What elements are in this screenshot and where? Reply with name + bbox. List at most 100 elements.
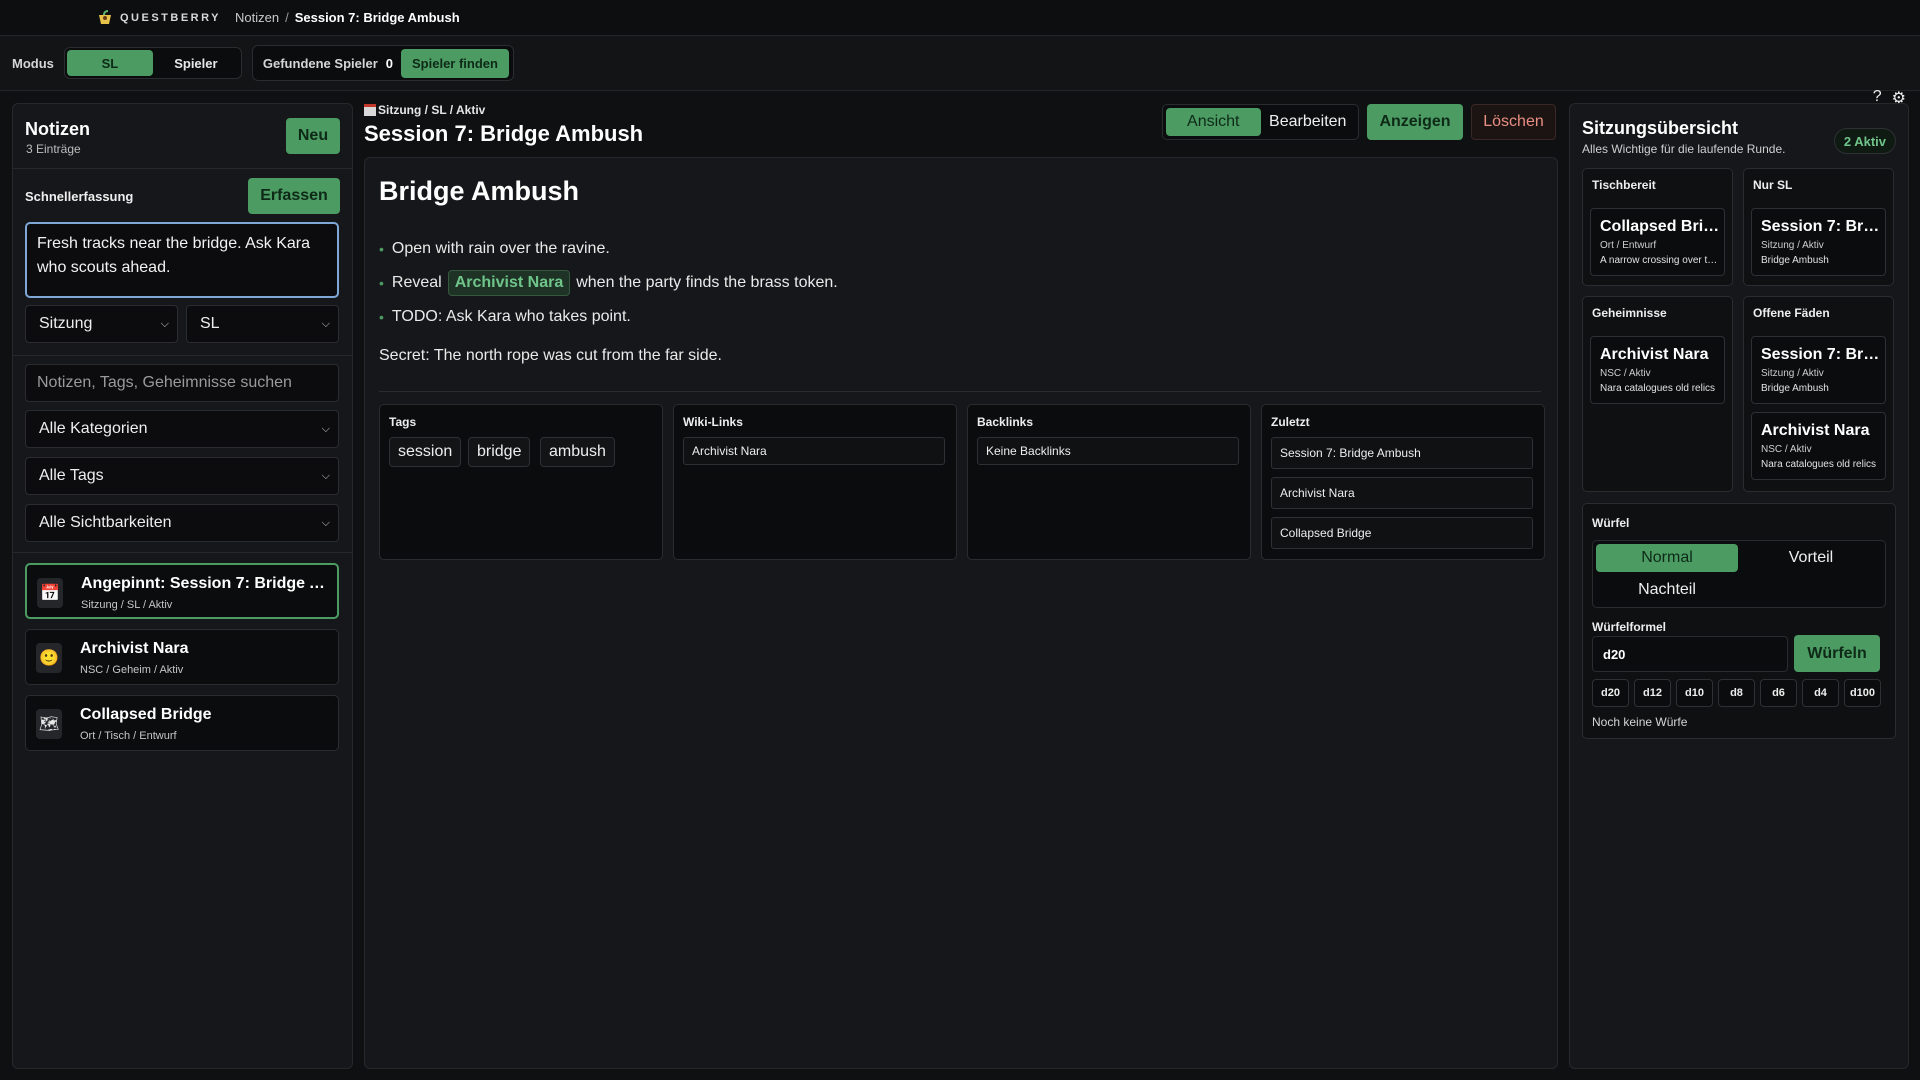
note-list-item[interactable]: 🙂 Archivist Nara NSC / Geheim / Aktiv [25,629,339,685]
dice-box: Würfel Normal Vorteil Nachteil Würfelfor… [1582,503,1896,739]
breadcrumb-current: Session 7: Bridge Ambush [294,10,460,25]
sl-only-box: Nur SL Session 7: Bridge Ambush Sitzung … [1743,168,1894,286]
mode-sl-button[interactable]: SL [66,50,153,76]
note-breadcrumb: Sitzung / SL / Aktiv [364,103,485,117]
secrets-title: Geheimnisse [1592,306,1667,320]
visibility-filter-value: Alle Sichtbarkeiten [39,514,172,531]
notes-sidebar: Notizen 3 Einträge Neu Schnellerfassung … [12,103,353,1069]
die-d6-button[interactable]: d6 [1760,679,1797,707]
open-threads-title: Offene Fäden [1753,306,1830,320]
note-heading: Bridge Ambush [379,176,580,206]
recent-item[interactable]: Session 7: Bridge Ambush [1271,437,1533,469]
tag-chip[interactable]: ambush [540,437,615,467]
bullet-text: TODO: Ask Kara who takes point. [391,308,631,325]
die-d8-button[interactable]: d8 [1718,679,1755,707]
overview-note-card[interactable]: Archivist Nara NSC / Aktiv Nara catalogu… [1751,412,1886,480]
card-meta: Sitzung / Aktiv [1761,368,1824,379]
wiki-link-item[interactable]: Archivist Nara [683,437,945,465]
tags-title: Tags [389,415,417,429]
find-players-button[interactable]: Spieler finden [401,48,509,78]
bullet-text: when the party finds the brass token. [576,274,838,291]
card-desc: Nara catalogues old relics [1761,459,1877,470]
overview-title: Sitzungsübersicht [1582,118,1739,138]
recent-item[interactable]: Archivist Nara [1271,477,1533,509]
breadcrumb: Notizen / Session 7: Bridge Ambush [235,10,460,25]
logo-icon [99,9,111,24]
overview-note-card[interactable]: Collapsed Bridge Ort / Entwurf A narrow … [1590,208,1725,276]
tag-filter-select[interactable]: Alle Tags ⌵ [25,457,339,495]
bullet-text: Open with rain over the ravine. [391,240,610,257]
app-logo[interactable]: QUESTBERRY [96,9,221,27]
note-item-meta: Sitzung / SL / Aktiv [81,599,173,611]
die-d20-button[interactable]: d20 [1592,679,1629,707]
list-item: • Reveal Archivist Nara when the party find… [379,266,838,300]
card-meta: NSC / Aktiv [1600,368,1651,379]
tag-chip[interactable]: session [389,437,462,467]
card-title: Session 7: Bridge Ambush [1761,218,1881,235]
roll-button[interactable]: Würfeln [1794,635,1880,672]
found-players-group: Gefundene Spieler 0 Spieler finden [251,45,514,81]
notes-count: 3 Einträge [26,142,81,156]
delete-button[interactable]: Löschen [1471,104,1556,140]
mode-bar: Modus SL Spieler Gefundene Spieler 0 Spi… [0,36,1920,107]
wiki-links-card: Wiki-Links Archivist Nara [673,404,957,560]
dice-history-empty: Noch keine Würfe [1592,715,1688,729]
divider [13,552,352,553]
die-d12-button[interactable]: d12 [1634,679,1671,707]
bullet-text: Reveal [391,274,442,291]
wiki-link-chip[interactable]: Archivist Nara [447,270,571,296]
dice-formula-label: Würfelformel [1592,620,1667,634]
card-meta: Sitzung / Aktiv [1761,240,1824,251]
overview-note-card[interactable]: Session 7: Bridge Ambush Sitzung / Aktiv… [1751,208,1886,276]
capture-button[interactable]: Erfassen [248,178,340,214]
die-d10-button[interactable]: d10 [1676,679,1713,707]
breadcrumb-root[interactable]: Notizen [235,10,279,25]
card-desc: Bridge Ambush [1761,383,1829,394]
dice-mode-normal[interactable]: Normal [1596,544,1738,572]
face-icon: 🙂 [36,643,62,673]
active-count-badge: 2 Aktiv [1833,128,1896,154]
overview-note-card[interactable]: Archivist Nara NSC / Aktiv Nara catalogu… [1590,336,1725,404]
sl-only-title: Nur SL [1753,178,1793,192]
recent-item[interactable]: Collapsed Bridge [1271,517,1533,549]
mode-player-button[interactable]: Spieler [153,50,239,76]
open-threads-box: Offene Fäden Session 7: Bridge Ambush Si… [1743,296,1894,492]
search-input[interactable]: Notizen, Tags, Geheimnisse suchen [25,364,339,402]
view-mode-button[interactable]: Ansicht [1166,108,1261,136]
die-d4-button[interactable]: d4 [1802,679,1839,707]
dice-mode-switch: Normal Vorteil Nachteil [1592,540,1886,608]
backlinks-empty: Keine Backlinks [977,437,1239,465]
divider [13,355,352,356]
notes-title: Notizen [25,119,90,139]
card-meta: NSC / Aktiv [1761,444,1812,455]
dice-formula-input[interactable]: d20 [1592,636,1788,672]
dice-mode-advantage[interactable]: Vorteil [1740,544,1882,572]
show-button[interactable]: Anzeigen [1367,104,1463,140]
notes-header: Notizen 3 Einträge Neu [13,104,352,169]
card-desc: A narrow crossing over the ravine [1600,255,1718,266]
note-list-item[interactable]: 📅 Angepinnt: Session 7: Bridge Ambush Si… [25,563,339,619]
visibility-filter-select[interactable]: Alle Sichtbarkeiten ⌵ [25,504,339,542]
table-ready-box: Tischbereit Collapsed Bridge Ort / Entwu… [1582,168,1733,286]
card-title: Archivist Nara [1600,346,1709,363]
die-d100-button[interactable]: d100 [1844,679,1881,707]
tag-chip[interactable]: bridge [468,437,531,467]
session-overview-panel: Sitzungsübersicht Alles Wichtige für die… [1569,103,1909,1069]
note-list-item[interactable]: 🗺 Collapsed Bridge Ort / Tisch / Entwurf [25,695,339,751]
overview-note-card[interactable]: Session 7: Bridge Ambush Sitzung / Aktiv… [1751,336,1886,404]
mode-label: Modus [12,55,54,71]
chevron-down-icon: ⌵ [321,470,330,482]
category-filter-select[interactable]: Alle Kategorien ⌵ [25,410,339,448]
list-item: • Open with rain over the ravine. [379,232,838,266]
card-title: Archivist Nara [1761,422,1870,439]
dice-mode-disadvantage[interactable]: Nachteil [1596,576,1738,604]
bullet-icon: • [379,309,384,325]
quick-category-select[interactable]: Sitzung ⌵ [25,305,178,343]
backlinks-title: Backlinks [977,415,1034,429]
quick-visibility-select[interactable]: SL ⌵ [186,305,339,343]
new-note-button[interactable]: Neu [286,118,340,154]
chevron-down-icon: ⌵ [321,517,330,529]
edit-mode-button[interactable]: Bearbeiten [1261,108,1356,136]
quick-capture-input[interactable]: Fresh tracks near the bridge. Ask Kara w… [25,222,339,298]
view-mode-switch: Ansicht Bearbeiten [1162,104,1359,140]
